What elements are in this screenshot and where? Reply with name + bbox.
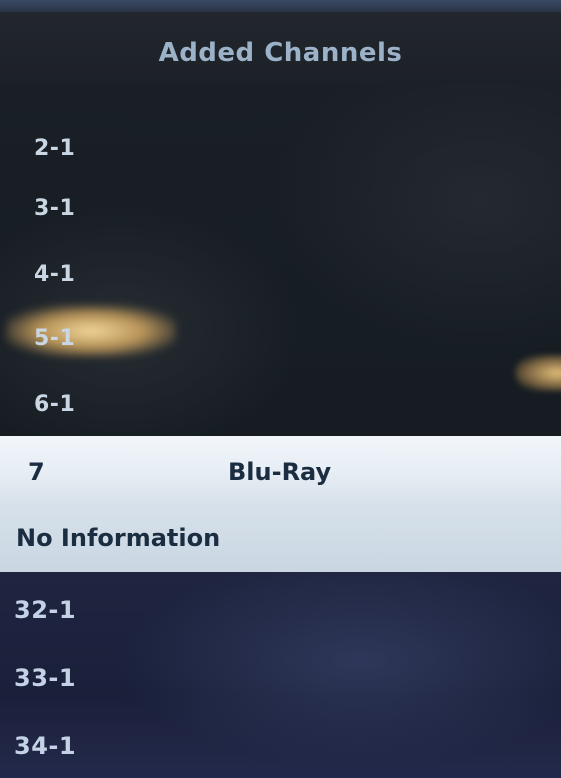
channel-item-32-1[interactable]: 32-1 — [14, 596, 76, 624]
channel-list-lower: 32-1 33-1 34-1 — [0, 572, 561, 778]
light-reflection — [515, 355, 561, 391]
channel-info-text: No Information — [16, 524, 221, 552]
channel-item-6-1[interactable]: 6-1 — [34, 392, 75, 417]
channel-item-34-1[interactable]: 34-1 — [14, 732, 76, 760]
channel-item-4-1[interactable]: 4-1 — [34, 262, 75, 287]
channel-item-3-1[interactable]: 3-1 — [34, 196, 75, 221]
light-reflection — [6, 305, 176, 357]
selected-channel-number: 7 — [28, 458, 45, 486]
channel-item-5-1[interactable]: 5-1 — [34, 326, 75, 351]
channel-item-2-1[interactable]: 2-1 — [34, 136, 75, 161]
bezel-edge — [0, 0, 561, 12]
page-title: Added Channels — [158, 38, 403, 68]
selected-channel-name: Blu-Ray — [228, 458, 332, 486]
channel-item-33-1[interactable]: 33-1 — [14, 664, 76, 692]
channel-info-row: No Information — [0, 504, 561, 572]
tv-screen: Added Channels 2-1 3-1 4-1 5-1 6-1 7 Blu… — [0, 0, 561, 778]
selected-channel-row[interactable]: 7 Blu-Ray — [0, 436, 561, 504]
header-bar: Added Channels — [0, 12, 561, 84]
